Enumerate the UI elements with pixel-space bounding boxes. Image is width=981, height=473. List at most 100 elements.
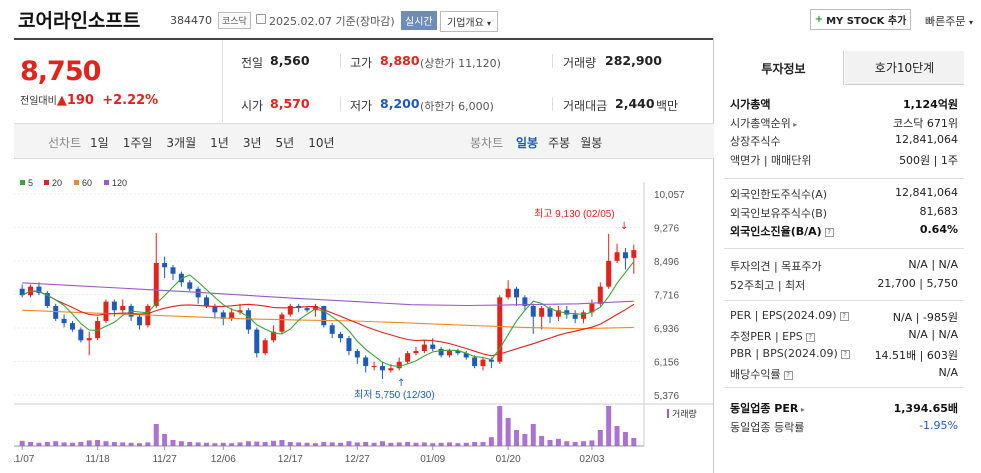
- chevron-down-icon: ▾: [968, 18, 973, 27]
- candle-body: [204, 297, 210, 306]
- corp-info-select[interactable]: 기업개요 ▾: [440, 11, 499, 32]
- info-row: 시가총액 1,124억원: [730, 96, 958, 112]
- candle-body: [631, 250, 637, 258]
- volume-bar: [631, 438, 637, 446]
- info-value: 14.51배 | 603원: [874, 349, 958, 362]
- candle-body: [572, 314, 578, 319]
- tab-candle-0[interactable]: 일봉: [516, 134, 538, 151]
- candle-body: [187, 282, 193, 289]
- tab-period-6[interactable]: 10년: [308, 134, 334, 151]
- legend-swatch: [104, 180, 109, 185]
- volume-bar: [396, 442, 402, 446]
- tab-hoga[interactable]: 호가10단계: [845, 51, 964, 85]
- help-icon[interactable]: ?: [840, 349, 850, 359]
- arrow-right-icon[interactable]: ▸: [798, 405, 805, 414]
- info-key-wrap: 시가총액: [730, 96, 770, 112]
- volume-bar: [170, 440, 176, 446]
- volume-bar: [220, 442, 226, 446]
- volume-bar: [606, 406, 612, 446]
- tab-period-0[interactable]: 1일: [90, 134, 109, 151]
- stock-chart[interactable]: 10,057 9,276 8,496 7,716 6,936 6,156 5,376 5 20 6…: [14, 172, 714, 472]
- help-icon[interactable]: ?: [824, 227, 834, 237]
- stock-code: 384470: [170, 14, 212, 27]
- corp-info-label: 기업개요: [447, 18, 484, 29]
- volume-bar: [271, 440, 277, 446]
- volume-bar: [95, 440, 101, 446]
- chevron-down-icon: ▾: [487, 19, 492, 28]
- info-key-wrap: 52주최고 | 최저: [730, 277, 805, 293]
- tab-period-2[interactable]: 3개월: [166, 134, 196, 151]
- high-value: 8,880: [380, 53, 420, 68]
- info-divider: [724, 248, 964, 249]
- candle-body: [61, 318, 67, 324]
- volume-bar: [229, 443, 235, 446]
- quote-sep: [552, 97, 553, 111]
- candle-body: [421, 344, 427, 352]
- tab-period-4[interactable]: 3년: [243, 134, 262, 151]
- prev-label: 전일: [241, 56, 264, 70]
- volume-bar: [488, 437, 494, 446]
- help-icon[interactable]: ?: [805, 332, 815, 342]
- info-key: 시가총액순위: [730, 116, 791, 130]
- quote-sep: [340, 54, 341, 68]
- volume-bar: [162, 434, 168, 446]
- volume-bar: [19, 440, 25, 446]
- candle-chart-label[interactable]: 봉차트: [470, 134, 503, 151]
- volume-bar: [61, 442, 67, 446]
- volume-bar: [237, 442, 243, 446]
- info-key: 외국인한도주식수(A): [730, 188, 828, 201]
- volume-bar: [530, 424, 536, 446]
- info-divider: [724, 178, 964, 179]
- help-icon[interactable]: ?: [783, 370, 793, 380]
- info-key: 투자의견 | 목표주가: [730, 260, 822, 273]
- legend-swatch: [74, 180, 79, 185]
- volume-bar: [589, 440, 595, 446]
- info-key-wrap: 추정PER | EPS?: [730, 328, 815, 344]
- change-percent: +2.22%: [102, 93, 159, 108]
- candle-body: [111, 301, 117, 311]
- tab-invest-info[interactable]: 투자정보: [724, 51, 844, 85]
- info-key-wrap: 외국인보유주식수(B): [730, 205, 827, 221]
- info-key: 외국인소진율(B/A): [730, 225, 822, 238]
- quick-order-button[interactable]: 빠른주문 ▾: [925, 13, 973, 29]
- info-key-wrap: 상장주식수: [730, 133, 781, 149]
- volume-bar: [405, 442, 411, 446]
- volume-bar: [438, 442, 444, 446]
- x-tick-label: 02/03: [579, 454, 604, 465]
- volume-bar: [564, 441, 570, 446]
- legend-label: 20: [52, 178, 62, 188]
- info-value: 1,124억원: [902, 98, 958, 111]
- volume-bar: [363, 442, 369, 446]
- high-label: 고가: [350, 56, 373, 70]
- volume-bar: [304, 442, 310, 446]
- tab-candle-1[interactable]: 주봉: [548, 134, 570, 151]
- candle-body: [379, 366, 385, 371]
- info-value: 0.64%: [919, 223, 958, 236]
- x-tick-label: 01/20: [496, 454, 521, 465]
- tab-candle-2[interactable]: 월봉: [580, 134, 602, 151]
- price-change: 전일대비▲190 +2.22%: [20, 92, 158, 108]
- tab-period-1[interactable]: 1주일: [123, 134, 153, 151]
- help-icon[interactable]: ?: [839, 311, 849, 321]
- open-label: 시가: [241, 99, 264, 113]
- volume-bar: [597, 430, 603, 446]
- info-divider: [724, 300, 964, 301]
- quick-order-label: 빠른주문: [925, 15, 966, 28]
- volume-bar: [153, 424, 159, 446]
- realtime-button[interactable]: 실시간: [401, 11, 437, 30]
- add-mystock-button[interactable]: + MY STOCK 추가: [810, 9, 911, 30]
- info-key: 동일업종 PER: [730, 402, 799, 415]
- info-key: 추정PER | EPS: [730, 330, 803, 343]
- volume-bar: [111, 442, 117, 446]
- candle-body: [472, 357, 478, 367]
- candle-body: [396, 361, 402, 369]
- volume-bar: [262, 442, 268, 446]
- arrow-right-icon[interactable]: ▸: [791, 120, 797, 129]
- info-value: -1.95%: [919, 418, 958, 432]
- y-tick-label: 6,936: [654, 324, 679, 335]
- tab-period-3[interactable]: 1년: [210, 134, 229, 151]
- tab-period-5[interactable]: 5년: [276, 134, 295, 151]
- candle-body: [597, 286, 603, 304]
- line-chart-label[interactable]: 선차트: [48, 134, 81, 151]
- volume-legend-label: 거래량: [672, 408, 697, 419]
